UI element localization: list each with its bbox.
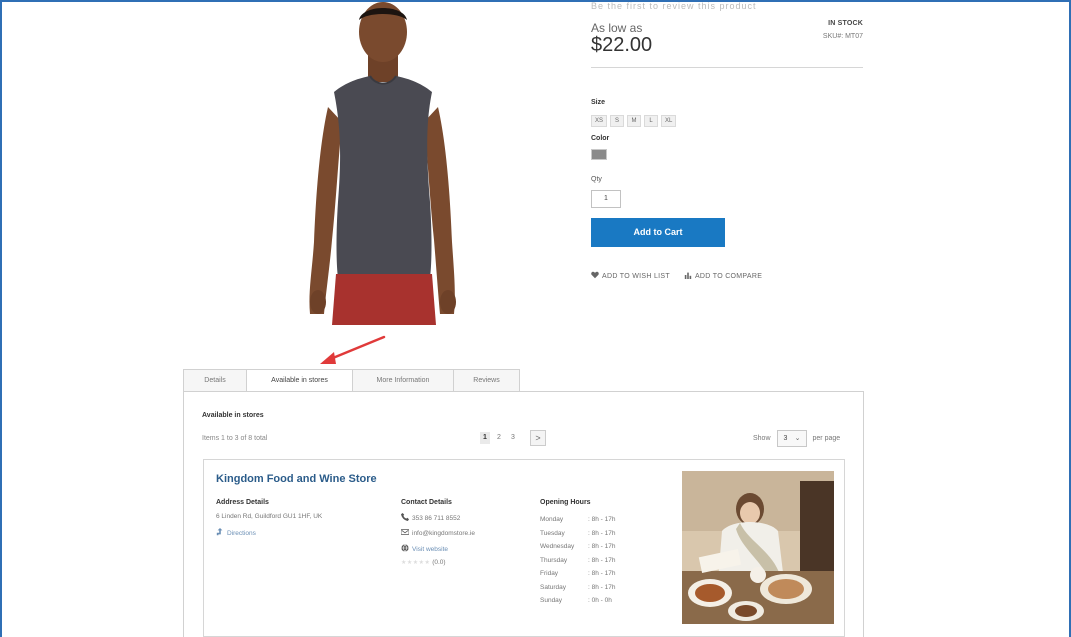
- store-photo-illustration: [682, 471, 834, 624]
- opening-hours: Monday: 8h - 17h Tuesday: 8h - 17h Wedne…: [540, 513, 626, 608]
- store-image: [682, 471, 834, 624]
- product-actions: ADD TO WISH LIST ADD TO COMPARE: [591, 271, 762, 281]
- panel-title: Available in stores: [202, 412, 264, 419]
- per-page-control: Show 3 ⌄ per page: [753, 430, 840, 447]
- directions-link[interactable]: Directions: [216, 528, 256, 537]
- add-to-wishlist-link[interactable]: ADD TO WISH LIST: [591, 271, 670, 281]
- page-1[interactable]: 1: [480, 432, 490, 444]
- directions-icon: [216, 528, 224, 536]
- size-option-xl[interactable]: XL: [661, 115, 677, 127]
- store-phone[interactable]: 353 86 711 8552: [401, 513, 460, 522]
- heart-icon: [591, 271, 599, 281]
- store-card: Kingdom Food and Wine Store Address Deta…: [203, 459, 845, 637]
- stores-tab-panel: Available in stores Items 1 to 3 of 8 to…: [183, 391, 864, 637]
- rating-stars: ★★★★★: [401, 560, 431, 566]
- next-page-button[interactable]: >: [530, 430, 546, 446]
- tab-available-in-stores[interactable]: Available in stores: [246, 369, 353, 392]
- store-name[interactable]: Kingdom Food and Wine Store: [216, 473, 377, 485]
- visit-website-link[interactable]: Visit website: [401, 544, 448, 553]
- address-heading: Address Details: [216, 499, 269, 506]
- hours-row: Thursday: 8h - 17h: [540, 556, 616, 564]
- qty-input[interactable]: 1: [591, 190, 621, 208]
- review-cut-text: Be the first to review this product: [591, 1, 757, 11]
- hours-heading: Opening Hours: [540, 499, 591, 506]
- hours-row: Tuesday: 8h - 17h: [540, 529, 616, 537]
- items-count: Items 1 to 3 of 8 total: [202, 435, 268, 442]
- price-label: As low as: [591, 21, 643, 35]
- annotation-arrow-icon: [320, 335, 386, 364]
- per-page-select[interactable]: 3 ⌄: [776, 430, 807, 447]
- rating-value: (0.0): [432, 559, 446, 566]
- stock-status: IN STOCK: [828, 20, 863, 27]
- store-email[interactable]: info@kingdomstore.ie: [400, 528, 475, 537]
- size-label: Size: [591, 99, 606, 106]
- tab-details[interactable]: Details: [183, 369, 247, 391]
- store-rating: ★★★★★ (0.0): [401, 559, 446, 566]
- hours-row: Saturday: 8h - 17h: [540, 583, 616, 591]
- store-address: 6 Linden Rd, Guildford GU1 1HF, UK: [216, 513, 323, 520]
- globe-icon: [401, 544, 409, 552]
- show-label: Show: [753, 435, 771, 442]
- hours-row: Monday: 8h - 17h: [540, 516, 616, 523]
- tab-reviews[interactable]: Reviews: [453, 369, 520, 391]
- product-price: $22.00: [591, 34, 653, 56]
- phone-icon: [401, 513, 409, 521]
- envelope-icon: [400, 528, 410, 536]
- qty-label: Qty: [591, 176, 602, 183]
- per-page-label: per page: [812, 435, 841, 442]
- product-sku: SKU#: MT07: [822, 33, 863, 40]
- hours-row: Wednesday: 8h - 17h: [540, 543, 616, 550]
- add-to-compare-link[interactable]: ADD TO COMPARE: [684, 271, 762, 281]
- page-2[interactable]: 2: [494, 432, 504, 444]
- page-3[interactable]: 3: [508, 432, 518, 444]
- product-photo-illustration: [298, 2, 468, 325]
- bar-chart-icon: [684, 271, 692, 281]
- color-label: Color: [591, 135, 610, 142]
- divider: [591, 67, 863, 68]
- hours-row: Friday: 8h - 17h: [540, 570, 616, 577]
- size-option-s[interactable]: S: [610, 115, 625, 127]
- size-option-xs[interactable]: XS: [591, 115, 608, 127]
- product-tabs: Details Available in stores More Informa…: [183, 369, 520, 392]
- contact-heading: Contact Details: [401, 499, 452, 506]
- hours-row: Sunday: 0h - 0h: [540, 597, 612, 604]
- product-image[interactable]: [298, 2, 468, 325]
- pagination: 1 2 3 >: [480, 430, 546, 446]
- size-option-l[interactable]: L: [644, 115, 659, 127]
- chevron-down-icon: ⌄: [794, 435, 801, 442]
- size-options: XS S M L XL: [591, 115, 677, 127]
- color-swatch-gray[interactable]: [591, 149, 607, 160]
- tab-more-information[interactable]: More Information: [352, 369, 454, 391]
- size-option-m[interactable]: M: [627, 115, 642, 127]
- add-to-cart-button[interactable]: Add to Cart: [591, 218, 725, 247]
